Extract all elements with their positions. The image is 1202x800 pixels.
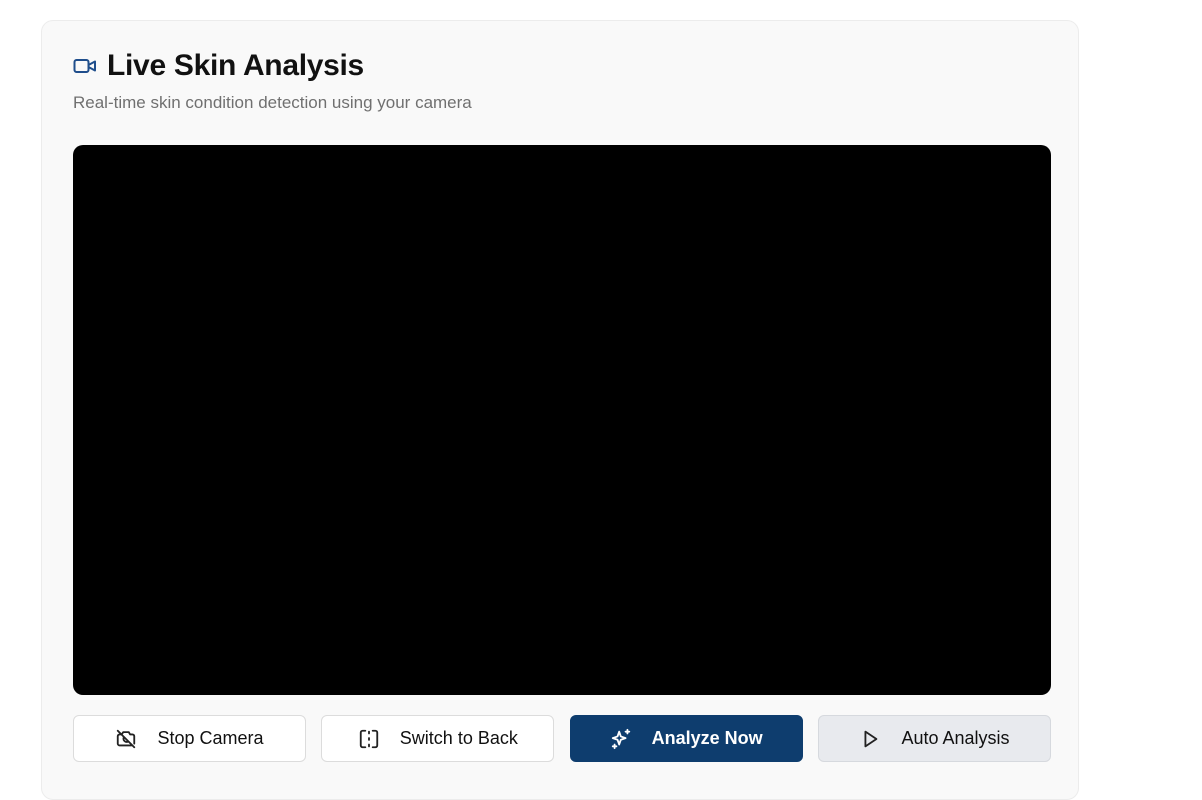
skin-analysis-card: Live Skin Analysis Real-time skin condit…	[41, 20, 1079, 800]
switch-camera-label: Switch to Back	[399, 728, 518, 748]
stop-camera-button[interactable]: Stop Camera	[73, 715, 306, 762]
sparkles-icon	[610, 728, 632, 750]
page-subtitle: Real-time skin condition detection using…	[73, 93, 472, 112]
switch-camera-button[interactable]: Switch to Back	[321, 715, 555, 762]
camera-off-icon	[115, 728, 137, 750]
play-icon	[859, 728, 881, 750]
analyze-now-button[interactable]: Analyze Now	[569, 715, 803, 762]
switch-camera-icon	[358, 728, 380, 750]
camera-feed	[73, 145, 1051, 695]
card-header: Live Skin Analysis	[73, 49, 364, 83]
video-camera-icon	[73, 56, 99, 76]
page-title: Live Skin Analysis	[107, 49, 364, 82]
analyze-now-label: Analyze Now	[651, 728, 763, 748]
auto-analysis-label: Auto Analysis	[901, 728, 1010, 748]
auto-analysis-button[interactable]: Auto Analysis	[817, 715, 1051, 762]
stop-camera-label: Stop Camera	[157, 728, 264, 748]
camera-controls: Stop Camera Switch to Back Analyze Now A…	[73, 715, 1051, 762]
